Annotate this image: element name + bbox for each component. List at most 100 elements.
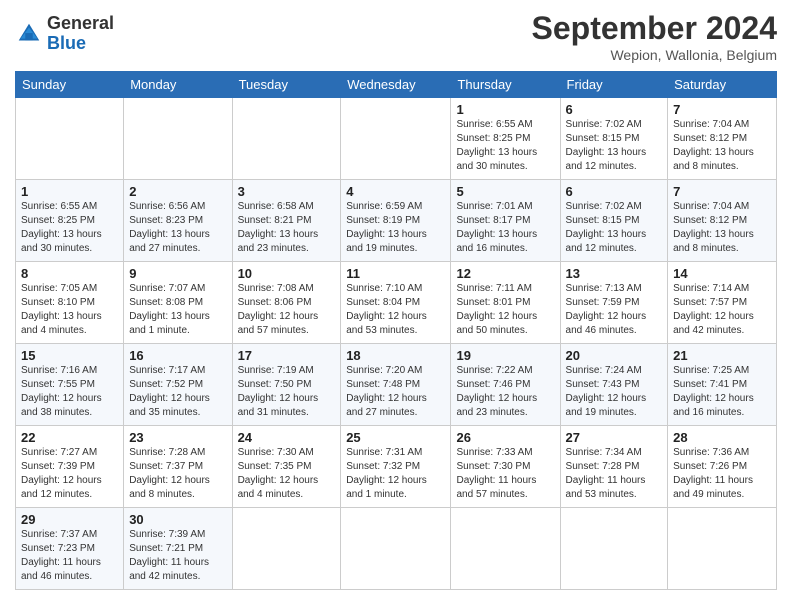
calendar-cell: 2Sunrise: 6:56 AMSunset: 8:23 PMDaylight… [124, 180, 232, 262]
day-number: 8 [21, 266, 118, 281]
day-number: 7 [673, 102, 771, 117]
day-detail: Sunrise: 7:05 AMSunset: 8:10 PMDaylight:… [21, 282, 118, 338]
day-detail: Sunrise: 6:56 AMSunset: 8:23 PMDaylight:… [129, 200, 226, 256]
day-detail: Sunrise: 7:17 AMSunset: 7:52 PMDaylight:… [129, 364, 226, 420]
calendar-cell: 6Sunrise: 7:02 AMSunset: 8:15 PMDaylight… [560, 180, 668, 262]
day-detail: Sunrise: 7:02 AMSunset: 8:15 PMDaylight:… [566, 118, 663, 174]
calendar-week-row: 8Sunrise: 7:05 AMSunset: 8:10 PMDaylight… [16, 262, 777, 344]
day-number: 6 [566, 102, 663, 117]
col-tuesday: Tuesday [232, 72, 341, 98]
calendar-cell: 22Sunrise: 7:27 AMSunset: 7:39 PMDayligh… [16, 426, 124, 508]
day-detail: Sunrise: 7:13 AMSunset: 7:59 PMDaylight:… [566, 282, 663, 338]
day-number: 6 [566, 184, 663, 199]
day-detail: Sunrise: 7:37 AMSunset: 7:23 PMDaylight:… [21, 528, 118, 584]
day-detail: Sunrise: 7:28 AMSunset: 7:37 PMDaylight:… [129, 446, 226, 502]
logo-text: General Blue [47, 14, 114, 54]
calendar-cell: 7Sunrise: 7:04 AMSunset: 8:12 PMDaylight… [668, 98, 777, 180]
calendar-cell: 1Sunrise: 6:55 AMSunset: 8:25 PMDaylight… [451, 98, 560, 180]
day-detail: Sunrise: 7:34 AMSunset: 7:28 PMDaylight:… [566, 446, 663, 502]
calendar-cell: 7Sunrise: 7:04 AMSunset: 8:12 PMDaylight… [668, 180, 777, 262]
day-detail: Sunrise: 7:07 AMSunset: 8:08 PMDaylight:… [129, 282, 226, 338]
day-detail: Sunrise: 7:31 AMSunset: 7:32 PMDaylight:… [346, 446, 445, 502]
calendar-cell: 13Sunrise: 7:13 AMSunset: 7:59 PMDayligh… [560, 262, 668, 344]
day-number: 11 [346, 266, 445, 281]
calendar-cell: 3Sunrise: 6:58 AMSunset: 8:21 PMDaylight… [232, 180, 341, 262]
day-number: 17 [238, 348, 336, 363]
day-number: 24 [238, 430, 336, 445]
day-number: 18 [346, 348, 445, 363]
day-number: 22 [21, 430, 118, 445]
page-container: General Blue September 2024 Wepion, Wall… [0, 0, 792, 600]
day-number: 25 [346, 430, 445, 445]
calendar-cell: 20Sunrise: 7:24 AMSunset: 7:43 PMDayligh… [560, 344, 668, 426]
calendar-cell: 24Sunrise: 7:30 AMSunset: 7:35 PMDayligh… [232, 426, 341, 508]
calendar-cell: 23Sunrise: 7:28 AMSunset: 7:37 PMDayligh… [124, 426, 232, 508]
day-number: 16 [129, 348, 226, 363]
day-detail: Sunrise: 7:14 AMSunset: 7:57 PMDaylight:… [673, 282, 771, 338]
header-row: Sunday Monday Tuesday Wednesday Thursday… [16, 72, 777, 98]
calendar-table: Sunday Monday Tuesday Wednesday Thursday… [15, 71, 777, 590]
day-detail: Sunrise: 7:36 AMSunset: 7:26 PMDaylight:… [673, 446, 771, 502]
calendar-week-row: 1Sunrise: 6:55 AMSunset: 8:25 PMDaylight… [16, 98, 777, 180]
day-number: 23 [129, 430, 226, 445]
day-detail: Sunrise: 6:55 AMSunset: 8:25 PMDaylight:… [456, 118, 554, 174]
day-detail: Sunrise: 7:19 AMSunset: 7:50 PMDaylight:… [238, 364, 336, 420]
day-number: 2 [129, 184, 226, 199]
day-detail: Sunrise: 7:11 AMSunset: 8:01 PMDaylight:… [456, 282, 554, 338]
calendar-cell: 5Sunrise: 7:01 AMSunset: 8:17 PMDaylight… [451, 180, 560, 262]
calendar-cell [124, 98, 232, 180]
col-sunday: Sunday [16, 72, 124, 98]
day-detail: Sunrise: 7:02 AMSunset: 8:15 PMDaylight:… [566, 200, 663, 256]
col-monday: Monday [124, 72, 232, 98]
calendar-cell [341, 508, 451, 590]
logo-general-text: General [47, 14, 114, 34]
calendar-cell [451, 508, 560, 590]
calendar-cell: 8Sunrise: 7:05 AMSunset: 8:10 PMDaylight… [16, 262, 124, 344]
day-detail: Sunrise: 7:33 AMSunset: 7:30 PMDaylight:… [456, 446, 554, 502]
day-detail: Sunrise: 7:27 AMSunset: 7:39 PMDaylight:… [21, 446, 118, 502]
day-number: 26 [456, 430, 554, 445]
day-detail: Sunrise: 7:39 AMSunset: 7:21 PMDaylight:… [129, 528, 226, 584]
day-number: 4 [346, 184, 445, 199]
day-detail: Sunrise: 7:25 AMSunset: 7:41 PMDaylight:… [673, 364, 771, 420]
day-number: 7 [673, 184, 771, 199]
day-detail: Sunrise: 7:20 AMSunset: 7:48 PMDaylight:… [346, 364, 445, 420]
calendar-cell: 21Sunrise: 7:25 AMSunset: 7:41 PMDayligh… [668, 344, 777, 426]
calendar-week-row: 22Sunrise: 7:27 AMSunset: 7:39 PMDayligh… [16, 426, 777, 508]
day-number: 19 [456, 348, 554, 363]
day-number: 15 [21, 348, 118, 363]
calendar-cell: 27Sunrise: 7:34 AMSunset: 7:28 PMDayligh… [560, 426, 668, 508]
calendar-week-row: 1Sunrise: 6:55 AMSunset: 8:25 PMDaylight… [16, 180, 777, 262]
day-number: 9 [129, 266, 226, 281]
day-number: 1 [21, 184, 118, 199]
logo-icon [15, 20, 43, 48]
day-detail: Sunrise: 7:04 AMSunset: 8:12 PMDaylight:… [673, 118, 771, 174]
calendar-cell [232, 508, 341, 590]
day-detail: Sunrise: 7:08 AMSunset: 8:06 PMDaylight:… [238, 282, 336, 338]
month-title: September 2024 [532, 10, 777, 47]
calendar-cell [560, 508, 668, 590]
day-detail: Sunrise: 6:58 AMSunset: 8:21 PMDaylight:… [238, 200, 336, 256]
day-number: 27 [566, 430, 663, 445]
location: Wepion, Wallonia, Belgium [532, 47, 777, 63]
day-number: 3 [238, 184, 336, 199]
calendar-cell: 14Sunrise: 7:14 AMSunset: 7:57 PMDayligh… [668, 262, 777, 344]
day-detail: Sunrise: 7:04 AMSunset: 8:12 PMDaylight:… [673, 200, 771, 256]
calendar-cell: 29Sunrise: 7:37 AMSunset: 7:23 PMDayligh… [16, 508, 124, 590]
calendar-cell: 12Sunrise: 7:11 AMSunset: 8:01 PMDayligh… [451, 262, 560, 344]
calendar-week-row: 29Sunrise: 7:37 AMSunset: 7:23 PMDayligh… [16, 508, 777, 590]
day-detail: Sunrise: 7:16 AMSunset: 7:55 PMDaylight:… [21, 364, 118, 420]
calendar-cell: 4Sunrise: 6:59 AMSunset: 8:19 PMDaylight… [341, 180, 451, 262]
calendar-cell: 17Sunrise: 7:19 AMSunset: 7:50 PMDayligh… [232, 344, 341, 426]
calendar-cell [16, 98, 124, 180]
calendar-cell: 11Sunrise: 7:10 AMSunset: 8:04 PMDayligh… [341, 262, 451, 344]
day-number: 28 [673, 430, 771, 445]
calendar-cell: 16Sunrise: 7:17 AMSunset: 7:52 PMDayligh… [124, 344, 232, 426]
day-detail: Sunrise: 6:55 AMSunset: 8:25 PMDaylight:… [21, 200, 118, 256]
day-detail: Sunrise: 7:01 AMSunset: 8:17 PMDaylight:… [456, 200, 554, 256]
day-number: 21 [673, 348, 771, 363]
day-number: 1 [456, 102, 554, 117]
day-detail: Sunrise: 7:30 AMSunset: 7:35 PMDaylight:… [238, 446, 336, 502]
day-detail: Sunrise: 7:10 AMSunset: 8:04 PMDaylight:… [346, 282, 445, 338]
calendar-cell: 15Sunrise: 7:16 AMSunset: 7:55 PMDayligh… [16, 344, 124, 426]
